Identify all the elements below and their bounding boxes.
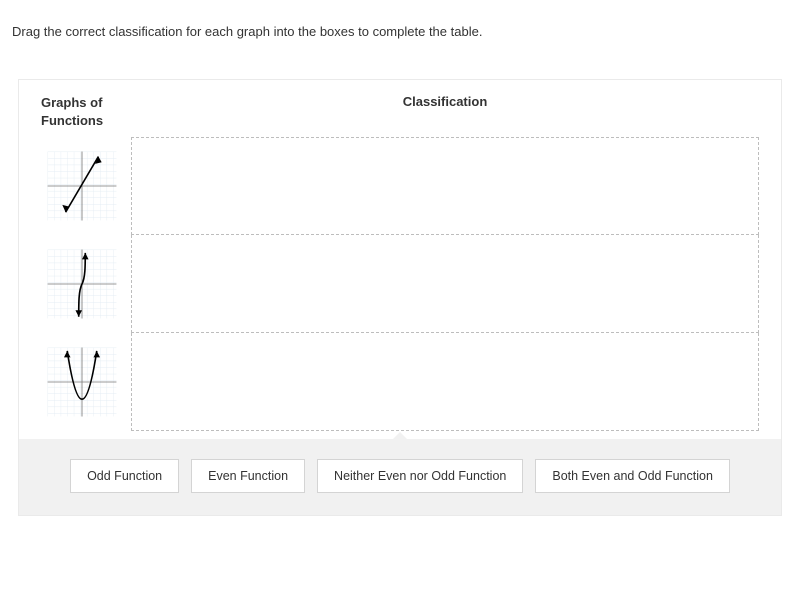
graph-cell-3 (41, 333, 131, 431)
activity-panel: Graphs of Functions Classification (18, 79, 782, 516)
instructions-text: Drag the correct classification for each… (0, 0, 800, 39)
header-classification: Classification (131, 94, 759, 109)
chip-tray: Odd Function Even Function Neither Even … (19, 439, 781, 515)
table-row (41, 235, 759, 333)
graph-cell-1 (41, 137, 131, 235)
graph-1-line (41, 144, 123, 228)
graph-2-cubic (41, 242, 123, 326)
table-wrap: Graphs of Functions Classification (19, 80, 781, 439)
chip-odd[interactable]: Odd Function (70, 459, 179, 493)
graph-3-parabola (41, 340, 123, 424)
drop-zone-2[interactable] (131, 235, 759, 333)
chip-even[interactable]: Even Function (191, 459, 305, 493)
graph-cell-2 (41, 235, 131, 333)
drop-zone-1[interactable] (131, 137, 759, 235)
table-row (41, 137, 759, 235)
header-graphs: Graphs of Functions (41, 94, 131, 129)
chip-neither[interactable]: Neither Even nor Odd Function (317, 459, 523, 493)
table-row (41, 333, 759, 431)
chip-both[interactable]: Both Even and Odd Function (535, 459, 730, 493)
table-headers: Graphs of Functions Classification (41, 94, 759, 129)
drop-zone-3[interactable] (131, 333, 759, 431)
